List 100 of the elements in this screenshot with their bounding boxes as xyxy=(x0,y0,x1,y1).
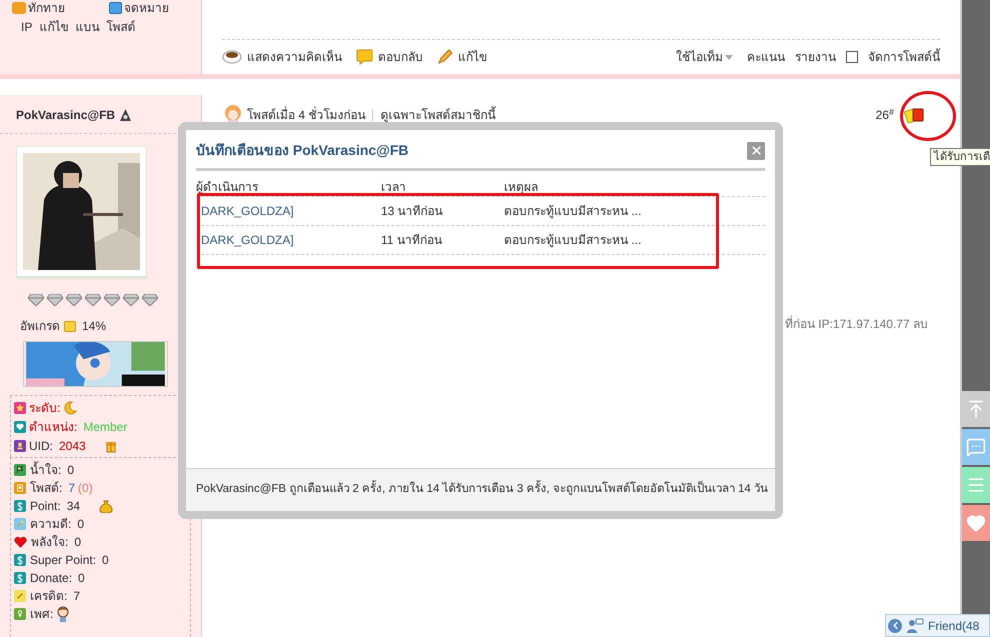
menu-button[interactable] xyxy=(962,467,990,503)
stat-label: Point: xyxy=(30,498,61,515)
stat-value: 0 xyxy=(78,570,85,587)
close-button[interactable] xyxy=(747,142,765,160)
caret-icon xyxy=(725,54,733,60)
author-name[interactable]: PokVarasinc@FB xyxy=(16,106,116,124)
people-icon xyxy=(906,618,924,634)
stat-value: 0 xyxy=(102,552,109,569)
admin-link[interactable]: แก้ไข xyxy=(39,18,68,36)
stat-value: Member xyxy=(83,419,128,436)
flag-icon xyxy=(14,464,26,476)
diamond-icon xyxy=(85,294,101,306)
stat-value: 7 xyxy=(68,480,76,497)
chat-button[interactable] xyxy=(962,429,990,465)
back-icon xyxy=(888,618,902,632)
speech-bubble-icon xyxy=(356,49,373,65)
gift-icon xyxy=(104,440,117,452)
post-action-link[interactable]: แสดงความคิดเห็น xyxy=(222,48,342,66)
close-icon xyxy=(750,144,762,157)
admin-link[interactable]: โพสต์ xyxy=(106,18,136,36)
stat-value: 7 xyxy=(73,588,80,605)
figure-icon xyxy=(14,608,26,620)
money-bag-icon xyxy=(99,500,114,512)
boy-avatar-icon xyxy=(56,606,70,622)
back-to-top-button[interactable] xyxy=(962,391,990,427)
stat-label: UID: xyxy=(29,438,53,455)
badge-icon xyxy=(14,440,26,452)
moon-icon xyxy=(63,401,78,415)
pencil-icon xyxy=(437,49,453,65)
heart-icon xyxy=(14,536,27,548)
stat-label: ตำแหน่ง: xyxy=(29,419,78,436)
floor-number: 26 xyxy=(876,107,889,124)
item-menu-link[interactable]: ใช้ไอเท็ม xyxy=(676,48,733,66)
member-posts-link[interactable]: ดูเฉพาะโพสต์สมาชิกนี้ xyxy=(380,106,496,124)
upgrade-percent: 14% xyxy=(82,318,106,335)
table-cell-text: 11 นาทีก่อน xyxy=(381,232,443,249)
wand-icon xyxy=(14,518,26,530)
stat-value: 0 xyxy=(77,516,84,533)
stat-label: น้ำใจ: xyxy=(30,461,62,479)
heart-icon xyxy=(966,513,986,533)
report-link[interactable]: รายงาน xyxy=(795,48,836,66)
post-time: โพสต์เมื่อ 4 ชั่วโมงก่อน xyxy=(247,106,366,124)
chat-icon xyxy=(966,437,986,457)
floor-mark: # xyxy=(888,106,894,119)
manage-label: จัดการโพสต์นี้ xyxy=(868,48,940,66)
star-icon xyxy=(14,402,26,414)
diamond-icon xyxy=(66,294,82,306)
dialog-title: บันทึกเตือนของ PokVarasinc@FB xyxy=(196,141,408,160)
document-icon xyxy=(14,482,26,494)
highlight-circle xyxy=(900,91,956,141)
rate-link[interactable]: คะแนน xyxy=(747,48,785,66)
stat-label: โพสต์: xyxy=(30,480,62,497)
admin-link[interactable]: แบน xyxy=(75,18,100,36)
diamond-icon xyxy=(47,294,63,306)
dollar-icon xyxy=(14,554,26,566)
tooltip: ได้รับการเตื xyxy=(930,148,990,166)
stat-label: เครดิต: xyxy=(30,588,68,605)
stat-label: ความดี: xyxy=(30,516,72,533)
stat-value: 34 xyxy=(66,498,80,515)
coffee-cup-icon xyxy=(222,49,242,65)
column-header: เหตุผล xyxy=(504,178,538,196)
post-meta: ที่ก่อน IP:171.97.140.77 ลบ xyxy=(784,315,928,333)
stat-label: พลังใจ: xyxy=(31,534,68,551)
stat-label: Donate: xyxy=(30,570,72,587)
table-cell-text: ตอบกระทู้แบบมีสาระหน ... xyxy=(504,232,642,249)
coin-icon xyxy=(64,320,76,332)
post-action-link[interactable]: แก้ไข xyxy=(437,48,487,66)
manage-checkbox[interactable] xyxy=(846,51,858,63)
warning-card-icon[interactable] xyxy=(904,107,926,123)
diamond-icon xyxy=(104,294,120,306)
column-header: เวลา xyxy=(381,178,407,196)
stat-label: Super Point: xyxy=(30,552,96,569)
dollar-icon xyxy=(14,500,26,512)
stat-value: 0 xyxy=(74,534,82,551)
dollar-icon xyxy=(14,572,26,584)
friend-bar[interactable]: Friend(48 xyxy=(885,614,990,637)
diamond-icon xyxy=(28,294,44,306)
operator-link[interactable]: DARK_GOLDZA] xyxy=(201,202,381,220)
stat-value: 0 xyxy=(67,462,74,479)
post-action-link[interactable]: ตอบกลับ xyxy=(356,48,423,66)
operator-link[interactable]: DARK_GOLDZA] xyxy=(201,231,381,249)
table-cell-text: 13 นาทีก่อน xyxy=(381,203,444,220)
pencil-icon xyxy=(14,590,26,602)
table-cell-text: ตอบกระทู้แบบมีสาระหน ... xyxy=(504,203,642,220)
favorite-button[interactable] xyxy=(962,505,990,541)
friend-label: Friend(48 xyxy=(928,618,980,634)
diamond-icon xyxy=(123,294,139,306)
stat-label: เพศ: xyxy=(30,606,54,623)
diamond-icon xyxy=(142,294,158,306)
heart-icon xyxy=(14,421,26,433)
stat-extra: (0) xyxy=(78,480,93,497)
admin-link[interactable]: IP xyxy=(21,18,32,36)
stat-value: 2043 xyxy=(59,438,86,455)
dialog-footer: PokVarasinc@FB ถูกเตือนแล้ว 2 ครั้ง, ภายใน 14 ได้รับการเตือน 3 ครั้ง, จะถูกแบนโพสต์โดยอัตโนมัติเป็นเวลา 14 วัน xyxy=(186,468,775,511)
profile-action-link[interactable]: จดหมาย xyxy=(109,0,169,17)
profile-action-link[interactable]: ทักทาย xyxy=(12,0,65,17)
upgrade-label: อัพเกรด xyxy=(20,318,60,335)
stat-label: ระดับ: xyxy=(29,400,60,417)
bear-icon xyxy=(119,108,132,122)
column-header: ผู้ดำเนินการ xyxy=(196,178,259,196)
